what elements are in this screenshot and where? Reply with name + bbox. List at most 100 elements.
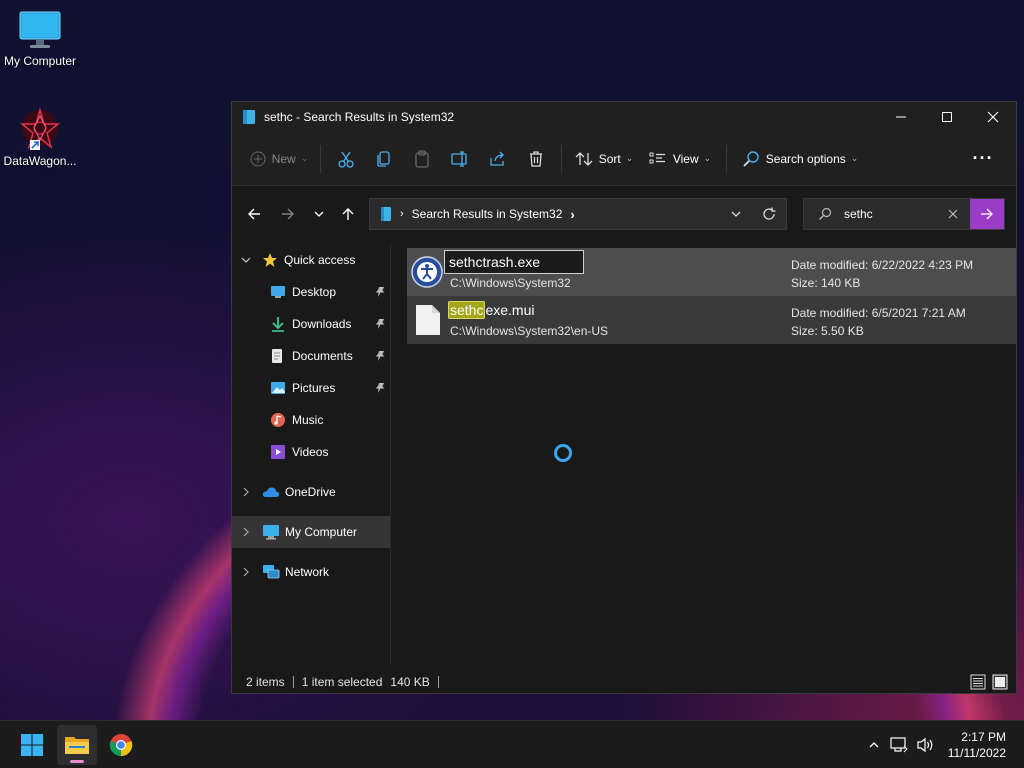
close-button[interactable] (970, 102, 1016, 132)
sidebar-item-quick-access[interactable]: Quick access (232, 244, 390, 276)
clock-date: 11/11/2022 (947, 746, 1006, 760)
search-match-highlight: sethc (448, 301, 486, 319)
taskbar: 2:17 PM 11/11/2022 (0, 720, 1024, 768)
pane-divider[interactable] (390, 244, 391, 664)
sidebar-item-network[interactable]: Network (232, 556, 390, 588)
chrome-icon (109, 734, 133, 757)
status-bar: 2 items 1 item selected 140 KB (232, 670, 1016, 694)
sort-button[interactable]: Sort ⌄ (568, 143, 640, 175)
arrow-left-icon (248, 208, 260, 220)
folder-icon (381, 207, 391, 221)
pin-icon (375, 351, 385, 361)
search-box[interactable]: sethc (803, 198, 1005, 230)
show-hidden-icons-button[interactable] (862, 739, 886, 751)
refresh-button[interactable] (762, 207, 776, 224)
search-input[interactable]: sethc (844, 207, 873, 221)
file-explorer-taskbar-button[interactable] (57, 725, 97, 765)
view-label: View (672, 151, 699, 166)
share-icon (490, 151, 504, 166)
new-label: New (271, 151, 296, 166)
sidebar-item-label: Videos (292, 445, 329, 459)
pictures-icon (271, 382, 285, 394)
paste-button[interactable] (403, 143, 441, 175)
windows-logo-icon (21, 734, 43, 756)
desktop-icon-label: My Computer (3, 54, 77, 68)
sidebar-item-videos[interactable]: Videos (232, 436, 390, 468)
search-options-icon (743, 150, 759, 167)
chevron-down-icon: ⌄ (625, 153, 634, 163)
folder-icon (65, 737, 89, 754)
download-arrow-icon (272, 317, 284, 332)
sidebar-item-label: Pictures (292, 381, 336, 395)
refresh-icon (763, 207, 776, 220)
address-history-button[interactable] (730, 208, 742, 223)
maximize-icon (942, 112, 952, 122)
more-options-button[interactable]: ··· (964, 143, 1002, 175)
breadcrumb-chevron-icon: › (570, 206, 575, 222)
desktop-icon-label: DataWagon... (3, 154, 77, 168)
chevron-right-icon (243, 487, 249, 497)
desktop-icon-datawagon[interactable]: DataWagon... (0, 106, 80, 168)
rename-input[interactable]: sethctrash.exe (444, 250, 584, 274)
sidebar-item-music[interactable]: Music (232, 404, 390, 436)
recent-locations-button[interactable] (304, 199, 334, 229)
sidebar-item-my-computer[interactable]: My Computer (232, 516, 390, 548)
sidebar-item-pictures[interactable]: Pictures (232, 372, 390, 404)
up-button[interactable] (333, 199, 363, 229)
chevron-right-icon (243, 567, 249, 577)
network-status-button[interactable] (886, 737, 912, 753)
sort-arrows-icon (575, 151, 593, 166)
chrome-taskbar-button[interactable] (101, 725, 141, 765)
chevron-down-icon (731, 211, 741, 217)
search-options-label: Search options (765, 151, 846, 166)
chevron-down-icon: ⌄ (703, 153, 712, 163)
minimize-button[interactable] (878, 102, 924, 132)
view-button[interactable]: View ⌄ (640, 143, 720, 175)
pin-icon (375, 287, 385, 297)
view-list-icon (649, 152, 665, 163)
folder-icon (243, 110, 255, 124)
taskbar-clock[interactable]: 2:17 PM 11/11/2022 (948, 729, 1006, 761)
monitor-icon (19, 11, 61, 48)
search-options-button[interactable]: Search options ⌄ (733, 143, 867, 175)
breadcrumb-search-results[interactable]: Search Results in System32 (412, 207, 563, 221)
desktop-icon-my-computer[interactable]: My Computer (0, 10, 80, 68)
system-tray (862, 721, 938, 768)
selection-size: 140 KB (390, 675, 430, 689)
selection-count: 1 item selected (301, 675, 383, 689)
cut-button[interactable] (327, 143, 365, 175)
desktop-folder-icon (271, 286, 285, 298)
title-bar[interactable]: sethc - Search Results in System32 (232, 102, 1016, 132)
copy-button[interactable] (365, 143, 403, 175)
start-button[interactable] (12, 725, 52, 765)
arrow-right-icon (981, 208, 993, 220)
speaker-icon (917, 737, 933, 753)
delete-button[interactable] (517, 143, 555, 175)
sidebar-item-documents[interactable]: Documents (232, 340, 390, 372)
sidebar-item-downloads[interactable]: Downloads (232, 308, 390, 340)
sidebar-item-label: Music (292, 413, 324, 427)
maximize-button[interactable] (924, 102, 970, 132)
address-bar[interactable]: › Search Results in System32 › (369, 198, 787, 230)
tiles-view-button[interactable] (992, 674, 1008, 693)
list-item[interactable]: sethc exe.mui C:\Windows\System32\en-US D… (407, 296, 1016, 344)
forward-button[interactable] (273, 199, 303, 229)
list-item[interactable]: sethctrash.exe C:\Windows\System32 Date … (407, 248, 1016, 296)
document-icon (272, 349, 282, 363)
clock-time: 2:17 PM (961, 730, 1006, 744)
back-button[interactable] (239, 199, 269, 229)
loading-spinner-icon (554, 444, 572, 462)
rename-button[interactable] (441, 143, 479, 175)
share-button[interactable] (479, 143, 517, 175)
sidebar-item-desktop[interactable]: Desktop (232, 276, 390, 308)
details-view-button[interactable] (970, 674, 986, 693)
sidebar-item-onedrive[interactable]: OneDrive (232, 476, 390, 508)
toolbar-separator (320, 144, 321, 173)
scissors-icon (338, 151, 354, 168)
minimize-icon (896, 116, 906, 118)
clear-search-button[interactable] (948, 208, 958, 222)
search-go-button[interactable] (970, 199, 1004, 229)
chevron-right-icon (243, 527, 249, 537)
new-button[interactable]: New ⌄ (244, 143, 314, 175)
volume-button[interactable] (912, 737, 938, 753)
